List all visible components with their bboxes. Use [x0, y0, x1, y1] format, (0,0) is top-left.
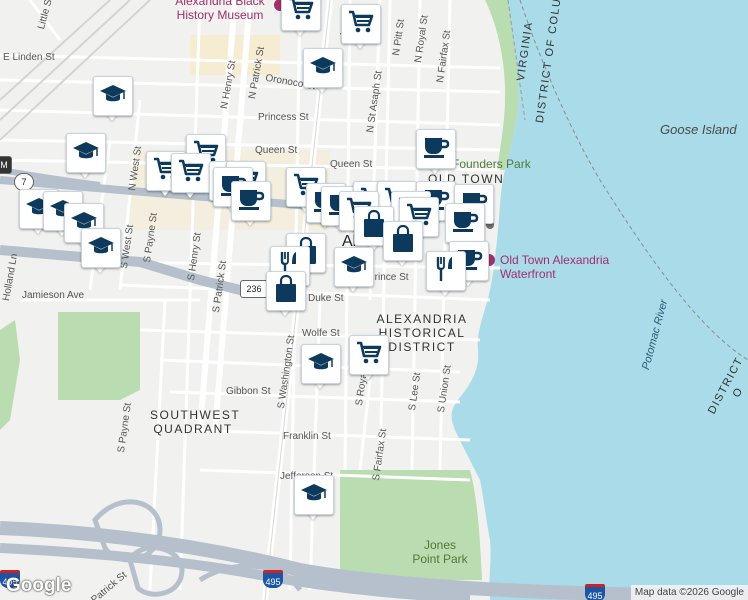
- marker-box[interactable]: [81, 228, 121, 268]
- marker-box[interactable]: [349, 335, 389, 375]
- street-label-prince: Prince St: [368, 272, 409, 283]
- map-marker-shopping-bag[interactable]: [383, 221, 423, 267]
- i495-shield-c: 495: [585, 584, 605, 600]
- marker-box[interactable]: [171, 153, 211, 193]
- marker-box[interactable]: [303, 48, 343, 88]
- map-marker-coffee-cup[interactable]: [416, 129, 456, 175]
- map-marker-grocery-cart[interactable]: [341, 4, 381, 50]
- coffee-cup-icon: [451, 209, 479, 238]
- shopping-bag-icon: [274, 274, 298, 308]
- school-icon: [300, 482, 328, 509]
- shopping-bag-icon: [391, 224, 415, 258]
- poi-founders-park[interactable]: Founders Park: [452, 157, 531, 171]
- coffee-cup-icon: [237, 187, 265, 216]
- grocery-cart-icon: [347, 9, 375, 40]
- restaurant-icon: [434, 255, 458, 288]
- marker-box[interactable]: [445, 203, 485, 243]
- grocery-cart-icon: [355, 340, 383, 371]
- map-marker-grocery-cart[interactable]: [281, 0, 321, 37]
- school-icon: [87, 235, 115, 262]
- marker-box[interactable]: [266, 271, 306, 311]
- map-marker-shopping-bag[interactable]: [266, 271, 306, 317]
- poi-jones-point-park[interactable]: Jones Point Park: [410, 538, 470, 566]
- marker-box[interactable]: [383, 221, 423, 261]
- poi-old-town-waterfront[interactable]: Old Town Alexandria Waterfront: [500, 253, 640, 281]
- street-label-gibbon: Gibbon St: [226, 386, 271, 397]
- marker-box[interactable]: [281, 0, 321, 31]
- map-marker-grocery-cart[interactable]: [349, 335, 389, 381]
- marker-box[interactable]: [341, 4, 381, 44]
- marker-box[interactable]: [93, 76, 133, 116]
- grocery-cart-icon: [287, 0, 315, 27]
- street-label-queen-2: Queen St: [330, 159, 373, 170]
- school-icon: [72, 140, 100, 167]
- map-attribution[interactable]: Map data ©2026 Google: [630, 585, 748, 600]
- map-marker-school[interactable]: [66, 133, 106, 179]
- metro-shield: M: [0, 156, 12, 174]
- school-icon: [340, 254, 368, 281]
- map-marker-restaurant[interactable]: [426, 251, 466, 297]
- label-southwest-quadrant: SOUTHWEST QUADRANT: [150, 408, 241, 436]
- marker-box[interactable]: [416, 129, 456, 169]
- map-marker-school[interactable]: [294, 475, 334, 521]
- marker-box[interactable]: [334, 247, 374, 287]
- coffee-cup-icon: [422, 135, 450, 164]
- label-goose-island: Goose Island: [660, 122, 737, 137]
- google-logo[interactable]: Google: [6, 575, 71, 597]
- street-label-duke: Duke St: [308, 293, 344, 304]
- map-marker-school[interactable]: [334, 247, 374, 293]
- marker-box[interactable]: [294, 475, 334, 515]
- map-marker-school[interactable]: [93, 76, 133, 122]
- map-marker-coffee-cup[interactable]: [231, 181, 271, 227]
- school-icon: [307, 351, 335, 378]
- map-canvas[interactable]: E Linden St Oronoco St Princess St Queen…: [0, 0, 748, 600]
- map-marker-school[interactable]: [81, 228, 121, 274]
- school-icon: [309, 55, 337, 82]
- map-marker-school[interactable]: [301, 344, 341, 390]
- street-label-e-linden: E Linden St: [3, 52, 55, 63]
- map-marker-school[interactable]: [303, 48, 343, 94]
- i495-shield-b: 495: [263, 570, 283, 588]
- poi-black-history-museum[interactable]: Alexandria Black History Museum: [160, 0, 280, 22]
- marker-box[interactable]: [301, 344, 341, 384]
- street-label-jamieson: Jamieson Ave: [22, 290, 85, 301]
- route-236-shield: 236: [240, 280, 268, 298]
- school-icon: [99, 83, 127, 110]
- marker-box[interactable]: [66, 133, 106, 173]
- street-label-queen: Queen St: [255, 145, 298, 156]
- marker-box[interactable]: [231, 181, 271, 221]
- map-marker-grocery-cart[interactable]: [171, 153, 211, 199]
- marker-box[interactable]: [426, 251, 466, 291]
- grocery-cart-icon: [177, 158, 205, 189]
- street-label-wolfe: Wolfe St: [302, 328, 340, 339]
- street-label-princess: Princess St: [258, 112, 309, 123]
- street-label-franklin: Franklin St: [283, 431, 331, 442]
